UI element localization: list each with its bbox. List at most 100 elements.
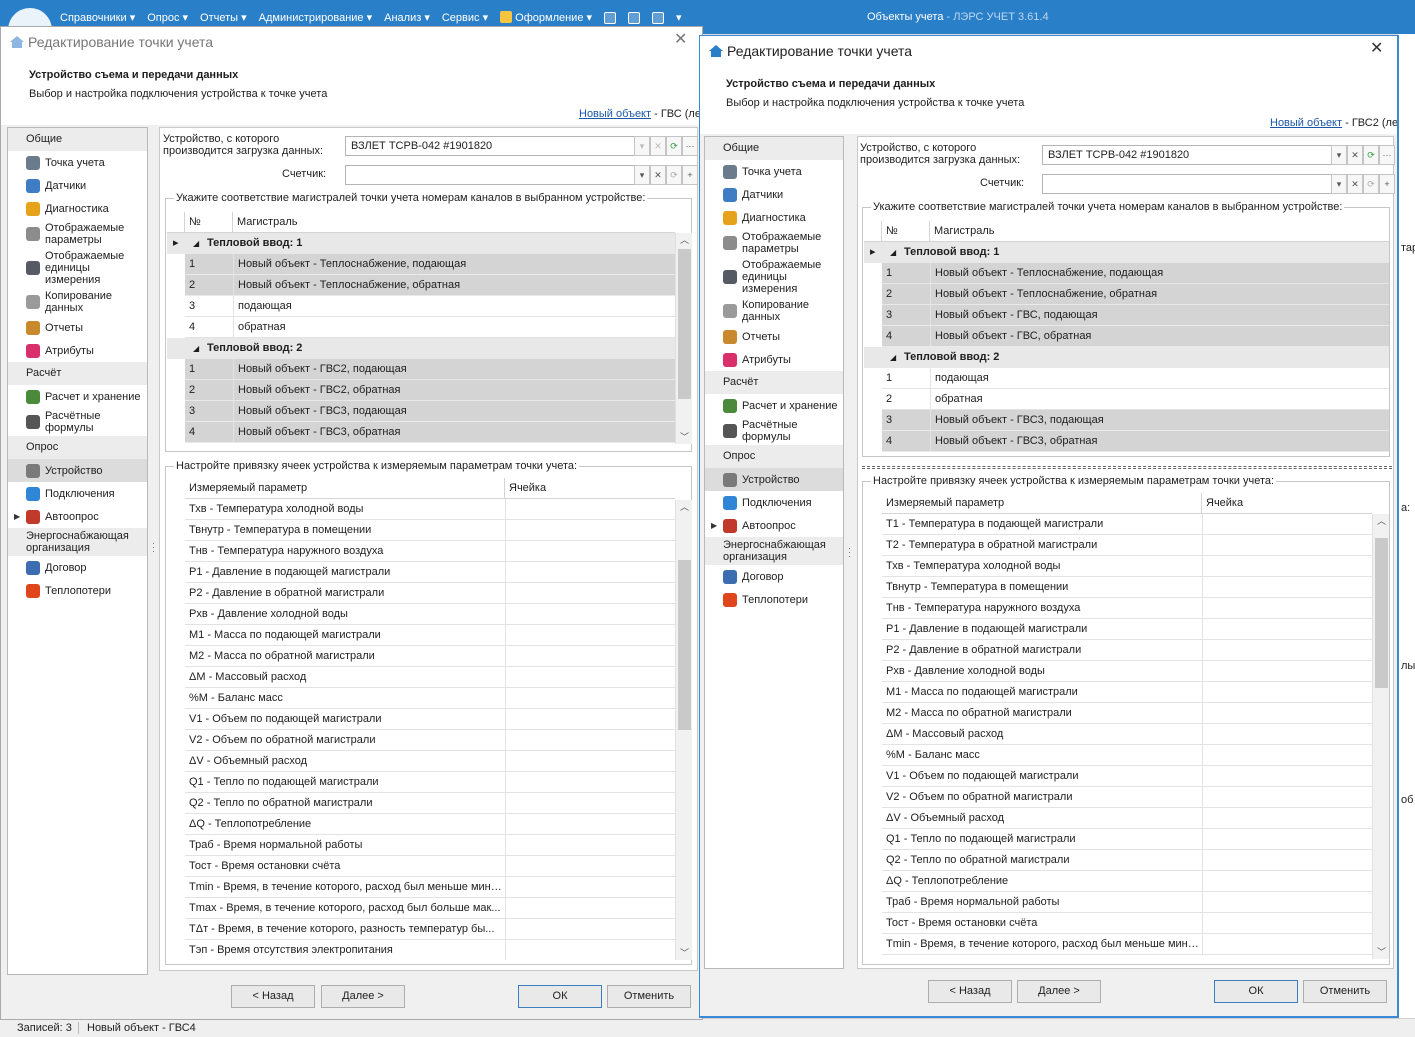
toolbar-dropdown-icon[interactable]: ▾ <box>676 11 682 24</box>
nav-item[interactable]: Отчеты <box>8 316 147 339</box>
back-button[interactable]: < Назад <box>928 980 1012 1003</box>
cell-value[interactable] <box>1202 640 1372 660</box>
nav-item[interactable]: Подключения <box>705 491 843 514</box>
cell-value[interactable] <box>505 793 675 813</box>
cell-value[interactable] <box>505 877 675 897</box>
nav-item[interactable]: Отображаемые единицы измерения <box>8 248 147 288</box>
cell-value[interactable] <box>505 604 675 624</box>
nav-item[interactable]: Копирование данных <box>8 288 147 316</box>
refresh-icon[interactable]: ⟳ <box>666 165 682 185</box>
clear-icon[interactable]: ✕ <box>650 136 666 156</box>
nav-item[interactable]: Датчики <box>8 174 147 197</box>
nav-item[interactable]: ▶ Автоопрос <box>705 514 843 537</box>
parameter-row[interactable]: Твнутр - Температура в помещении <box>185 520 675 541</box>
menu-references[interactable]: Справочники ▾ <box>60 11 135 24</box>
refresh-icon[interactable]: ⟳ <box>1363 145 1379 165</box>
dropdown-icon[interactable]: ▾ <box>634 165 650 185</box>
parameter-row[interactable]: Tmin - Время, в течение которого, расход… <box>185 877 675 898</box>
cell-value[interactable] <box>505 730 675 750</box>
scrollbar-thumb[interactable] <box>678 560 691 730</box>
parameter-row[interactable]: Траб - Время нормальной работы <box>185 835 675 856</box>
parameter-row[interactable]: M2 - Масса по обратной магистрали <box>882 703 1372 724</box>
nav-item[interactable]: Расчётные формулы <box>8 408 147 436</box>
cell-value[interactable] <box>1202 556 1372 576</box>
menu-reports[interactable]: Отчеты ▾ <box>200 11 247 24</box>
close-icon[interactable]: ✕ <box>1370 41 1383 57</box>
cell-value[interactable] <box>505 898 675 918</box>
nav-item[interactable]: Подключения <box>8 482 147 505</box>
params-scrollbar[interactable]: ︿ ﹀ <box>675 500 692 960</box>
scroll-up-icon[interactable]: ︿ <box>676 233 693 247</box>
counter-combo[interactable] <box>345 165 635 185</box>
expand-arrow-icon[interactable]: ▶ <box>711 520 717 532</box>
parameter-row[interactable]: Тэп - Время отсутствия электропитания <box>185 940 675 960</box>
parameter-row[interactable]: %M - Баланс масс <box>185 688 675 709</box>
menu-appearance[interactable]: Оформление ▾ <box>500 11 592 24</box>
mapping-row[interactable]: 2 Новый объект - Теплоснабжение, обратная <box>882 284 1389 305</box>
refresh-icon[interactable]: ⟳ <box>666 136 682 156</box>
nav-item[interactable]: Теплопотери <box>8 579 147 602</box>
cell-value[interactable] <box>1202 619 1372 639</box>
expand-arrow-icon[interactable]: ▶ <box>14 511 20 523</box>
parameter-row[interactable]: T2 - Температура в обратной магистрали <box>882 535 1372 556</box>
parameter-row[interactable]: ΔQ - Теплопотребление <box>882 871 1372 892</box>
nav-item[interactable]: Теплопотери <box>705 588 843 611</box>
parameter-row[interactable]: M1 - Масса по подающей магистрали <box>185 625 675 646</box>
cell-value[interactable] <box>1202 682 1372 702</box>
parameter-row[interactable]: Tmin - Время, в течение которого, расход… <box>882 934 1372 955</box>
nav-item[interactable]: Расчет и хранение <box>8 385 147 408</box>
cell-value[interactable] <box>1202 913 1372 933</box>
panel-splitter[interactable] <box>862 466 1392 469</box>
parameter-row[interactable]: Твнутр - Температура в помещении <box>882 577 1372 598</box>
mapping-row[interactable]: 1 подающая <box>882 368 1389 389</box>
mapping-row[interactable]: 1 Новый объект - ГВС2, подающая <box>185 359 675 380</box>
scrollbar-thumb[interactable] <box>1375 538 1388 688</box>
nav-item[interactable]: Устройство <box>705 468 843 491</box>
parameter-row[interactable]: M1 - Масса по подающей магистрали <box>882 682 1372 703</box>
group-row[interactable]: ▸ ◢ Тепловой ввод: 1 <box>864 242 1389 263</box>
group-row[interactable]: ◢ Тепловой ввод: 2 <box>864 347 1389 368</box>
cell-value[interactable] <box>1202 850 1372 870</box>
parameter-row[interactable]: ΔM - Массовый расход <box>882 724 1372 745</box>
cell-value[interactable] <box>505 646 675 666</box>
counter-combo[interactable] <box>1042 174 1332 194</box>
nav-item[interactable]: Устройство <box>8 459 147 482</box>
menu-service[interactable]: Сервис ▾ <box>442 11 488 24</box>
cell-value[interactable] <box>1202 934 1372 954</box>
save-icon[interactable] <box>628 11 641 24</box>
parameter-row[interactable]: P1 - Давление в подающей магистрали <box>185 562 675 583</box>
collapse-icon[interactable]: ◢ <box>193 338 199 359</box>
parameter-row[interactable]: Рхв - Давление холодной воды <box>185 604 675 625</box>
cell-value[interactable] <box>505 583 675 603</box>
mapping-row[interactable]: 3 Новый объект - ГВС, подающая <box>882 305 1389 326</box>
nav-item[interactable]: Атрибуты <box>705 348 843 371</box>
parameter-row[interactable]: Q1 - Тепло по подающей магистрали <box>882 829 1372 850</box>
nav-item[interactable]: ▶ Автоопрос <box>8 505 147 528</box>
nav-item[interactable]: Отображаемые параметры <box>705 229 843 257</box>
nav-item[interactable]: Диагностика <box>8 197 147 220</box>
back-button[interactable]: < Назад <box>231 985 315 1008</box>
cell-value[interactable] <box>505 940 675 960</box>
parameter-row[interactable]: ΔV - Объемный расход <box>882 808 1372 829</box>
parameter-row[interactable]: P2 - Давление в обратной магистрали <box>882 640 1372 661</box>
nav-item[interactable]: Точка учета <box>8 151 147 174</box>
group-row[interactable]: ▸ ◢ Тепловой ввод: 1 <box>167 233 675 254</box>
cell-value[interactable] <box>505 709 675 729</box>
cell-value[interactable] <box>1202 871 1372 891</box>
scroll-up-icon[interactable]: ︿ <box>1373 514 1390 528</box>
nav-item[interactable]: Атрибуты <box>8 339 147 362</box>
parameter-row[interactable]: V1 - Объем по подающей магистрали <box>185 709 675 730</box>
add-icon[interactable]: + <box>1379 174 1395 194</box>
cell-value[interactable] <box>1202 829 1372 849</box>
mapping-row[interactable]: 1 Новый объект - Теплоснабжение, подающая <box>185 254 675 275</box>
params-scrollbar[interactable]: ︿ ﹀ <box>1372 514 1389 959</box>
parameter-row[interactable]: %M - Баланс масс <box>882 745 1372 766</box>
mapping-row[interactable]: 2 обратная <box>882 389 1389 410</box>
clear-icon[interactable]: ✕ <box>1347 174 1363 194</box>
scroll-up-icon[interactable]: ︿ <box>676 500 693 514</box>
scroll-down-icon[interactable]: ﹀ <box>676 946 693 960</box>
cell-value[interactable] <box>505 625 675 645</box>
nav-item[interactable]: Точка учета <box>705 160 843 183</box>
cancel-button[interactable]: Отменить <box>607 985 691 1008</box>
cell-value[interactable] <box>1202 787 1372 807</box>
